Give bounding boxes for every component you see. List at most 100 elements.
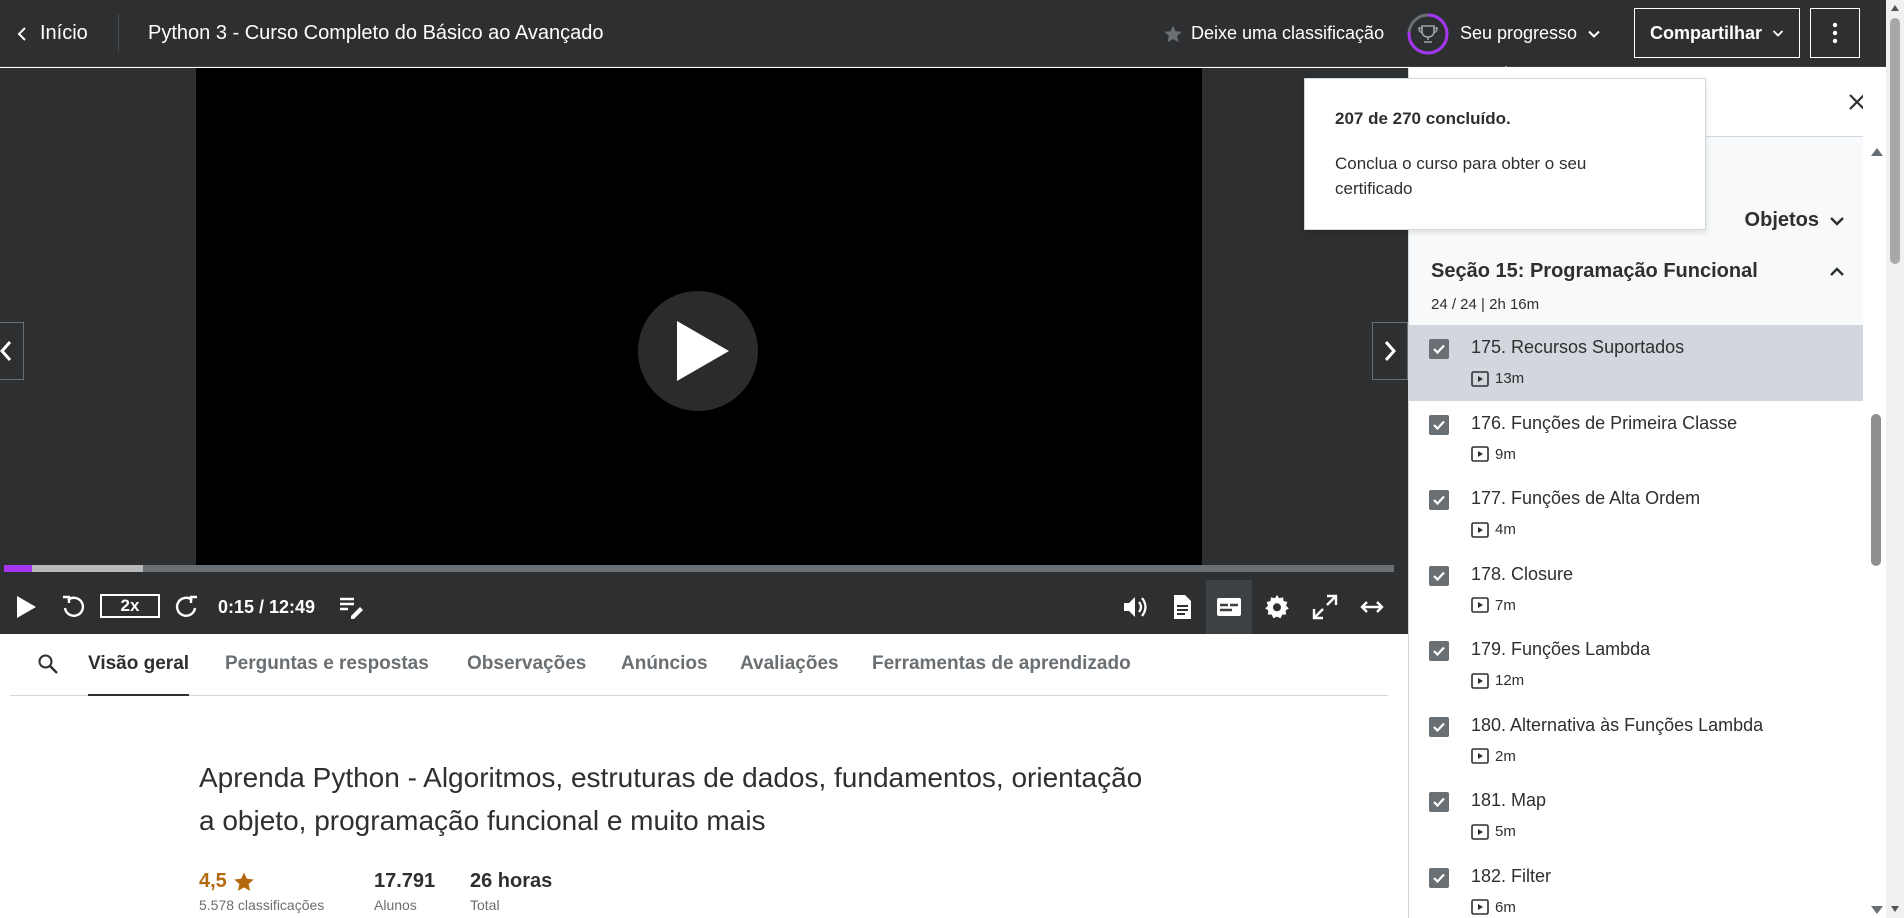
player-controls: 2x 0:15 / 12:49 — [0, 580, 1408, 634]
lesson-duration: 6m — [1471, 899, 1516, 916]
more-options-button[interactable] — [1810, 8, 1860, 58]
lesson-item[interactable]: 178. Closure 7m — [1409, 552, 1863, 628]
lesson-duration-text: 2m — [1495, 747, 1516, 765]
expand-view-button[interactable] — [1356, 580, 1388, 634]
lesson-checkbox[interactable] — [1429, 339, 1449, 359]
progress-button[interactable]: Seu progresso — [1406, 0, 1601, 67]
duration-stat: 26 horas Total — [470, 870, 552, 913]
section-header-current[interactable]: Seção 15: Programação Funcional 24 / 24 … — [1409, 236, 1863, 326]
video-icon — [1471, 521, 1489, 538]
students-value: 17.791 — [374, 870, 436, 892]
share-label: Compartilhar — [1649, 22, 1763, 43]
tab-overview[interactable]: Visão geral — [88, 634, 190, 696]
captions-icon — [1217, 598, 1241, 616]
volume-button[interactable] — [1120, 580, 1150, 634]
page-scroll-thumb[interactable] — [1890, 18, 1900, 264]
lesson-item[interactable]: 177. Funções de Alta Ordem 4m — [1409, 476, 1863, 552]
lesson-item[interactable]: 182. Filter 6m — [1409, 854, 1863, 918]
lesson-checkbox[interactable] — [1429, 641, 1449, 661]
lesson-checkbox[interactable] — [1429, 565, 1449, 586]
lesson-checkbox[interactable] — [1429, 716, 1449, 737]
rating-value: 4,5 — [199, 870, 227, 892]
expand-horizontal-icon — [1360, 601, 1384, 613]
duration-value: 26 horas — [470, 870, 553, 892]
lesson-item[interactable]: 175. Recursos Suportados 13m — [1409, 325, 1863, 401]
sidebar-scroll-thumb[interactable] — [1871, 414, 1881, 566]
fullscreen-icon — [1312, 594, 1338, 620]
forward-icon — [175, 595, 197, 617]
rate-course-button[interactable]: Deixe uma classificação — [1163, 0, 1384, 67]
play-button[interactable] — [12, 580, 40, 634]
tab-announcements[interactable]: Anúncios — [621, 634, 708, 696]
captions-button[interactable] — [1206, 580, 1252, 634]
lesson-checkbox[interactable] — [1429, 867, 1449, 888]
lesson-title: 181. Map — [1471, 790, 1547, 810]
video-played-bar — [4, 565, 32, 572]
course-tabs: Visão geral Perguntas e respostas Observ… — [10, 634, 1388, 696]
video-icon — [1471, 446, 1489, 462]
check-icon — [1433, 495, 1445, 506]
check-icon — [1433, 797, 1445, 808]
lesson-item[interactable]: 180. Alternativa às Funções Lambda 2m — [1409, 703, 1863, 779]
note-edit-icon — [340, 597, 363, 619]
scroll-up-arrow-icon[interactable] — [1871, 148, 1883, 156]
star-icon — [234, 872, 254, 891]
lesson-item[interactable]: 176. Funções de Primeira Classe 9m — [1409, 401, 1863, 477]
add-note-button[interactable] — [335, 580, 367, 634]
chevron-down-icon — [1772, 30, 1784, 37]
lesson-duration-text: 6m — [1495, 898, 1516, 916]
lesson-duration: 13m — [1471, 370, 1524, 387]
gear-icon — [1265, 595, 1289, 619]
lesson-item[interactable]: 179. Funções Lambda 12m — [1409, 627, 1863, 703]
video-time: 0:15 / 12:49 — [218, 597, 316, 617]
tab-reviews[interactable]: Avaliações — [740, 634, 839, 696]
chevron-down-icon — [1830, 217, 1844, 226]
progress-popover: 207 de 270 concluído. Conclua o curso pa… — [1304, 78, 1706, 230]
rewind-icon — [63, 595, 85, 617]
fullscreen-button[interactable] — [1310, 580, 1340, 634]
search-icon[interactable] — [36, 652, 60, 676]
course-title: Python 3 - Curso Completo do Básico ao A… — [148, 22, 604, 44]
scroll-down-arrow-icon[interactable] — [1891, 906, 1899, 912]
students-label: Alunos — [374, 897, 417, 913]
next-lecture-button[interactable] — [1372, 322, 1408, 380]
sidebar-scrollbar[interactable] — [1863, 68, 1886, 918]
volume-icon — [1124, 597, 1147, 617]
playback-speed-button[interactable]: 2x — [100, 594, 160, 618]
scroll-up-arrow-icon[interactable] — [1891, 5, 1899, 11]
big-play-button[interactable] — [638, 291, 758, 411]
lesson-checkbox[interactable] — [1429, 414, 1449, 435]
star-icon — [1164, 25, 1182, 42]
lesson-duration-text: 9m — [1495, 445, 1516, 463]
tab-notes[interactable]: Observações — [467, 634, 586, 696]
video-progress-bar[interactable] — [4, 565, 1394, 572]
video-icon — [1471, 748, 1489, 764]
forward-button[interactable] — [172, 580, 202, 634]
lesson-title: 182. Filter — [1471, 865, 1552, 886]
duration-label: Total — [470, 897, 500, 913]
previous-lecture-button[interactable] — [0, 322, 24, 380]
students-stat: 17.791 Alunos — [374, 870, 435, 913]
transcript-icon — [1174, 595, 1191, 619]
share-button[interactable]: Compartilhar — [1634, 8, 1800, 58]
video-icon — [1471, 597, 1489, 613]
transcript-button[interactable] — [1167, 580, 1197, 634]
video-player: 2x 0:15 / 12:49 — [0, 68, 1408, 634]
lesson-checkbox[interactable] — [1429, 490, 1449, 510]
page-scrollbar[interactable] — [1886, 0, 1904, 918]
back-home-link[interactable]: Início — [14, 0, 88, 67]
rewind-button[interactable] — [58, 580, 88, 634]
lesson-checkbox[interactable] — [1429, 792, 1449, 812]
lesson-duration-text: 12m — [1495, 672, 1525, 689]
lesson-title: 180. Alternativa às Funções Lambda — [1471, 714, 1764, 735]
lesson-item[interactable]: 181. Map 5m — [1409, 778, 1863, 854]
lesson-list: 175. Recursos Suportados 13m 176. Funçõe… — [1409, 325, 1863, 918]
lesson-duration-text: 13m — [1495, 370, 1525, 387]
tab-questions-answers[interactable]: Perguntas e respostas — [225, 634, 429, 696]
back-home-label: Início — [40, 22, 88, 44]
settings-button[interactable] — [1262, 580, 1292, 634]
progress-summary: 207 de 270 concluído. — [1335, 109, 1511, 128]
tab-learning-tools[interactable]: Ferramentas de aprendizado — [872, 634, 1131, 696]
scroll-down-arrow-icon[interactable] — [1871, 906, 1883, 914]
lesson-duration: 5m — [1471, 823, 1516, 840]
